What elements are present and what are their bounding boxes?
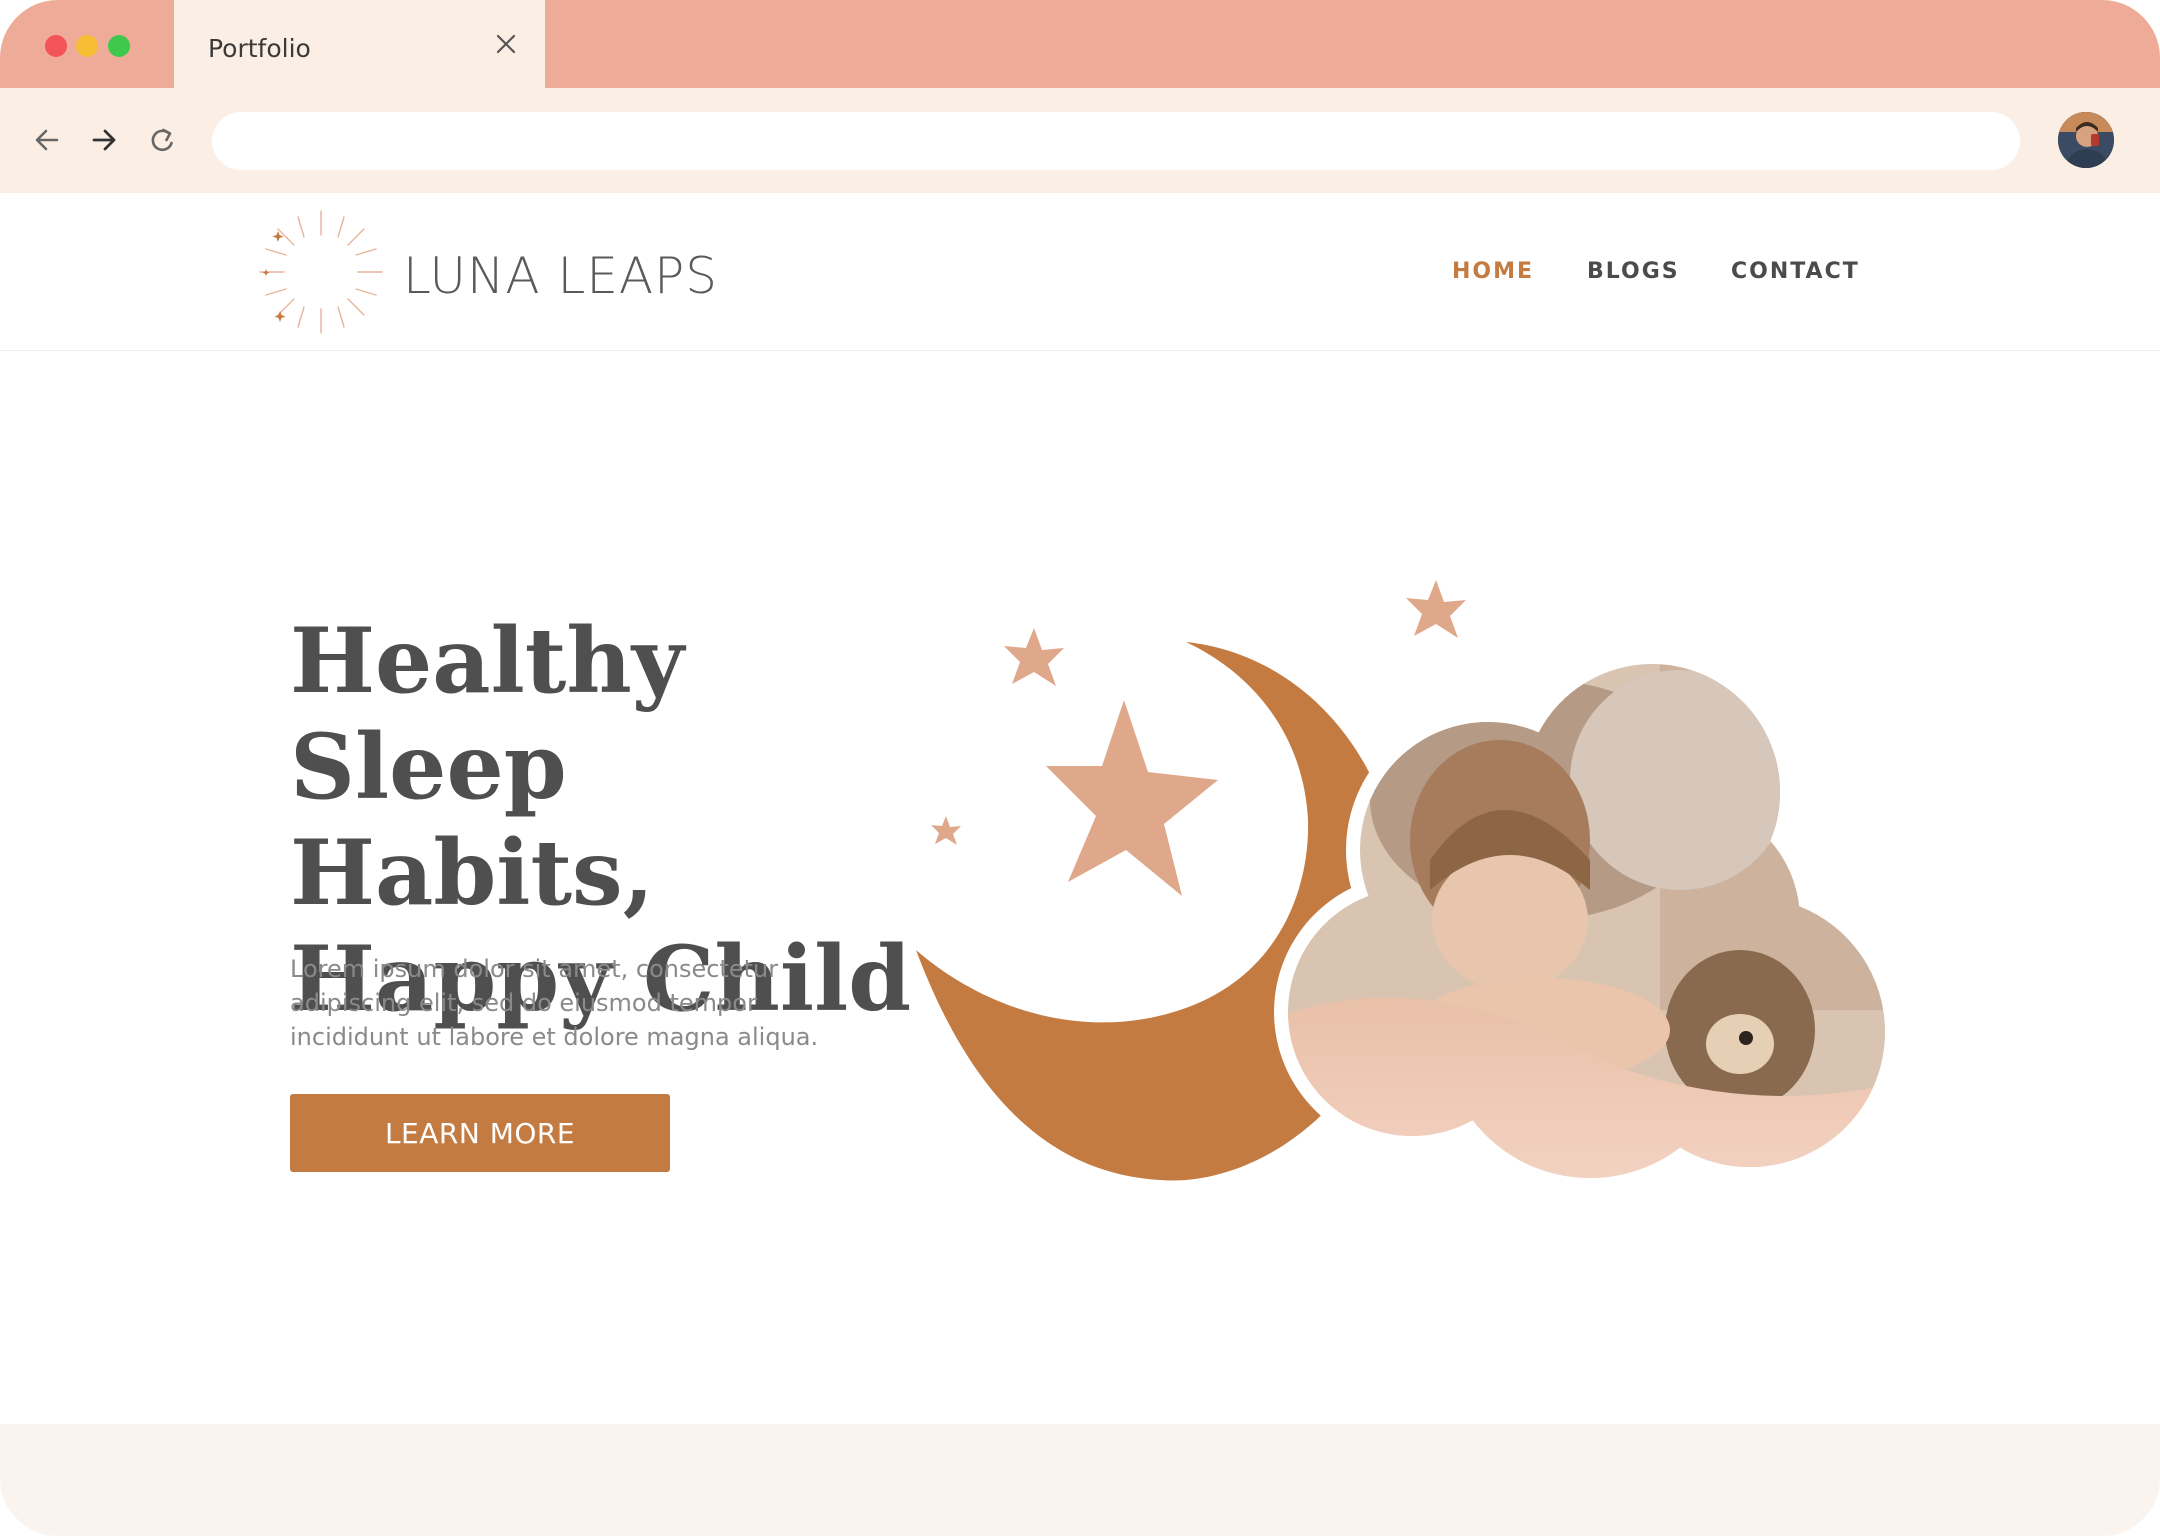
baby-photo	[1288, 664, 1885, 1178]
tab-bar: Portfolio	[0, 0, 2160, 88]
footer-band	[0, 1424, 2160, 1536]
moon-logo-icon[interactable]	[256, 207, 386, 337]
close-window-button[interactable]	[45, 35, 67, 57]
hero-description: Lorem ipsum dolor sit amet, consectetur …	[290, 955, 819, 1051]
hero-illustration	[916, 580, 1899, 1192]
address-bar[interactable]	[212, 112, 2020, 170]
browser-toolbar	[0, 88, 2160, 193]
close-icon[interactable]	[494, 32, 518, 56]
back-arrow-icon[interactable]	[31, 124, 63, 156]
maximize-window-button[interactable]	[108, 35, 130, 57]
nav-home[interactable]: HOME	[1452, 259, 1534, 284]
star-icon	[1004, 628, 1064, 686]
star-icon	[931, 816, 961, 845]
site-header: LUNA LEAPS HOME BLOGS CONTACT	[0, 193, 2160, 351]
minimize-window-button[interactable]	[76, 35, 98, 57]
logo-text[interactable]: LUNA LEAPS	[403, 247, 718, 305]
nav-contact[interactable]: CONTACT	[1731, 259, 1860, 284]
avatar[interactable]	[2058, 112, 2114, 168]
tab-portfolio[interactable]: Portfolio	[174, 0, 545, 88]
reload-icon[interactable]	[147, 124, 179, 156]
star-icon	[1046, 700, 1218, 896]
nav-blogs[interactable]: BLOGS	[1587, 259, 1680, 284]
forward-arrow-icon[interactable]	[88, 124, 120, 156]
learn-more-button[interactable]: LEARN MORE	[290, 1094, 670, 1172]
hero-title-line: Habits,	[290, 820, 655, 926]
hero-title-line: Healthy Sleep	[290, 608, 685, 820]
profile-photo	[2058, 112, 2114, 168]
browser-window: Portfolio LUNA LEAPS HOME BLOGS CONTACT …	[0, 0, 2160, 1536]
star-icon	[1406, 580, 1466, 638]
tab-title: Portfolio	[208, 34, 311, 63]
